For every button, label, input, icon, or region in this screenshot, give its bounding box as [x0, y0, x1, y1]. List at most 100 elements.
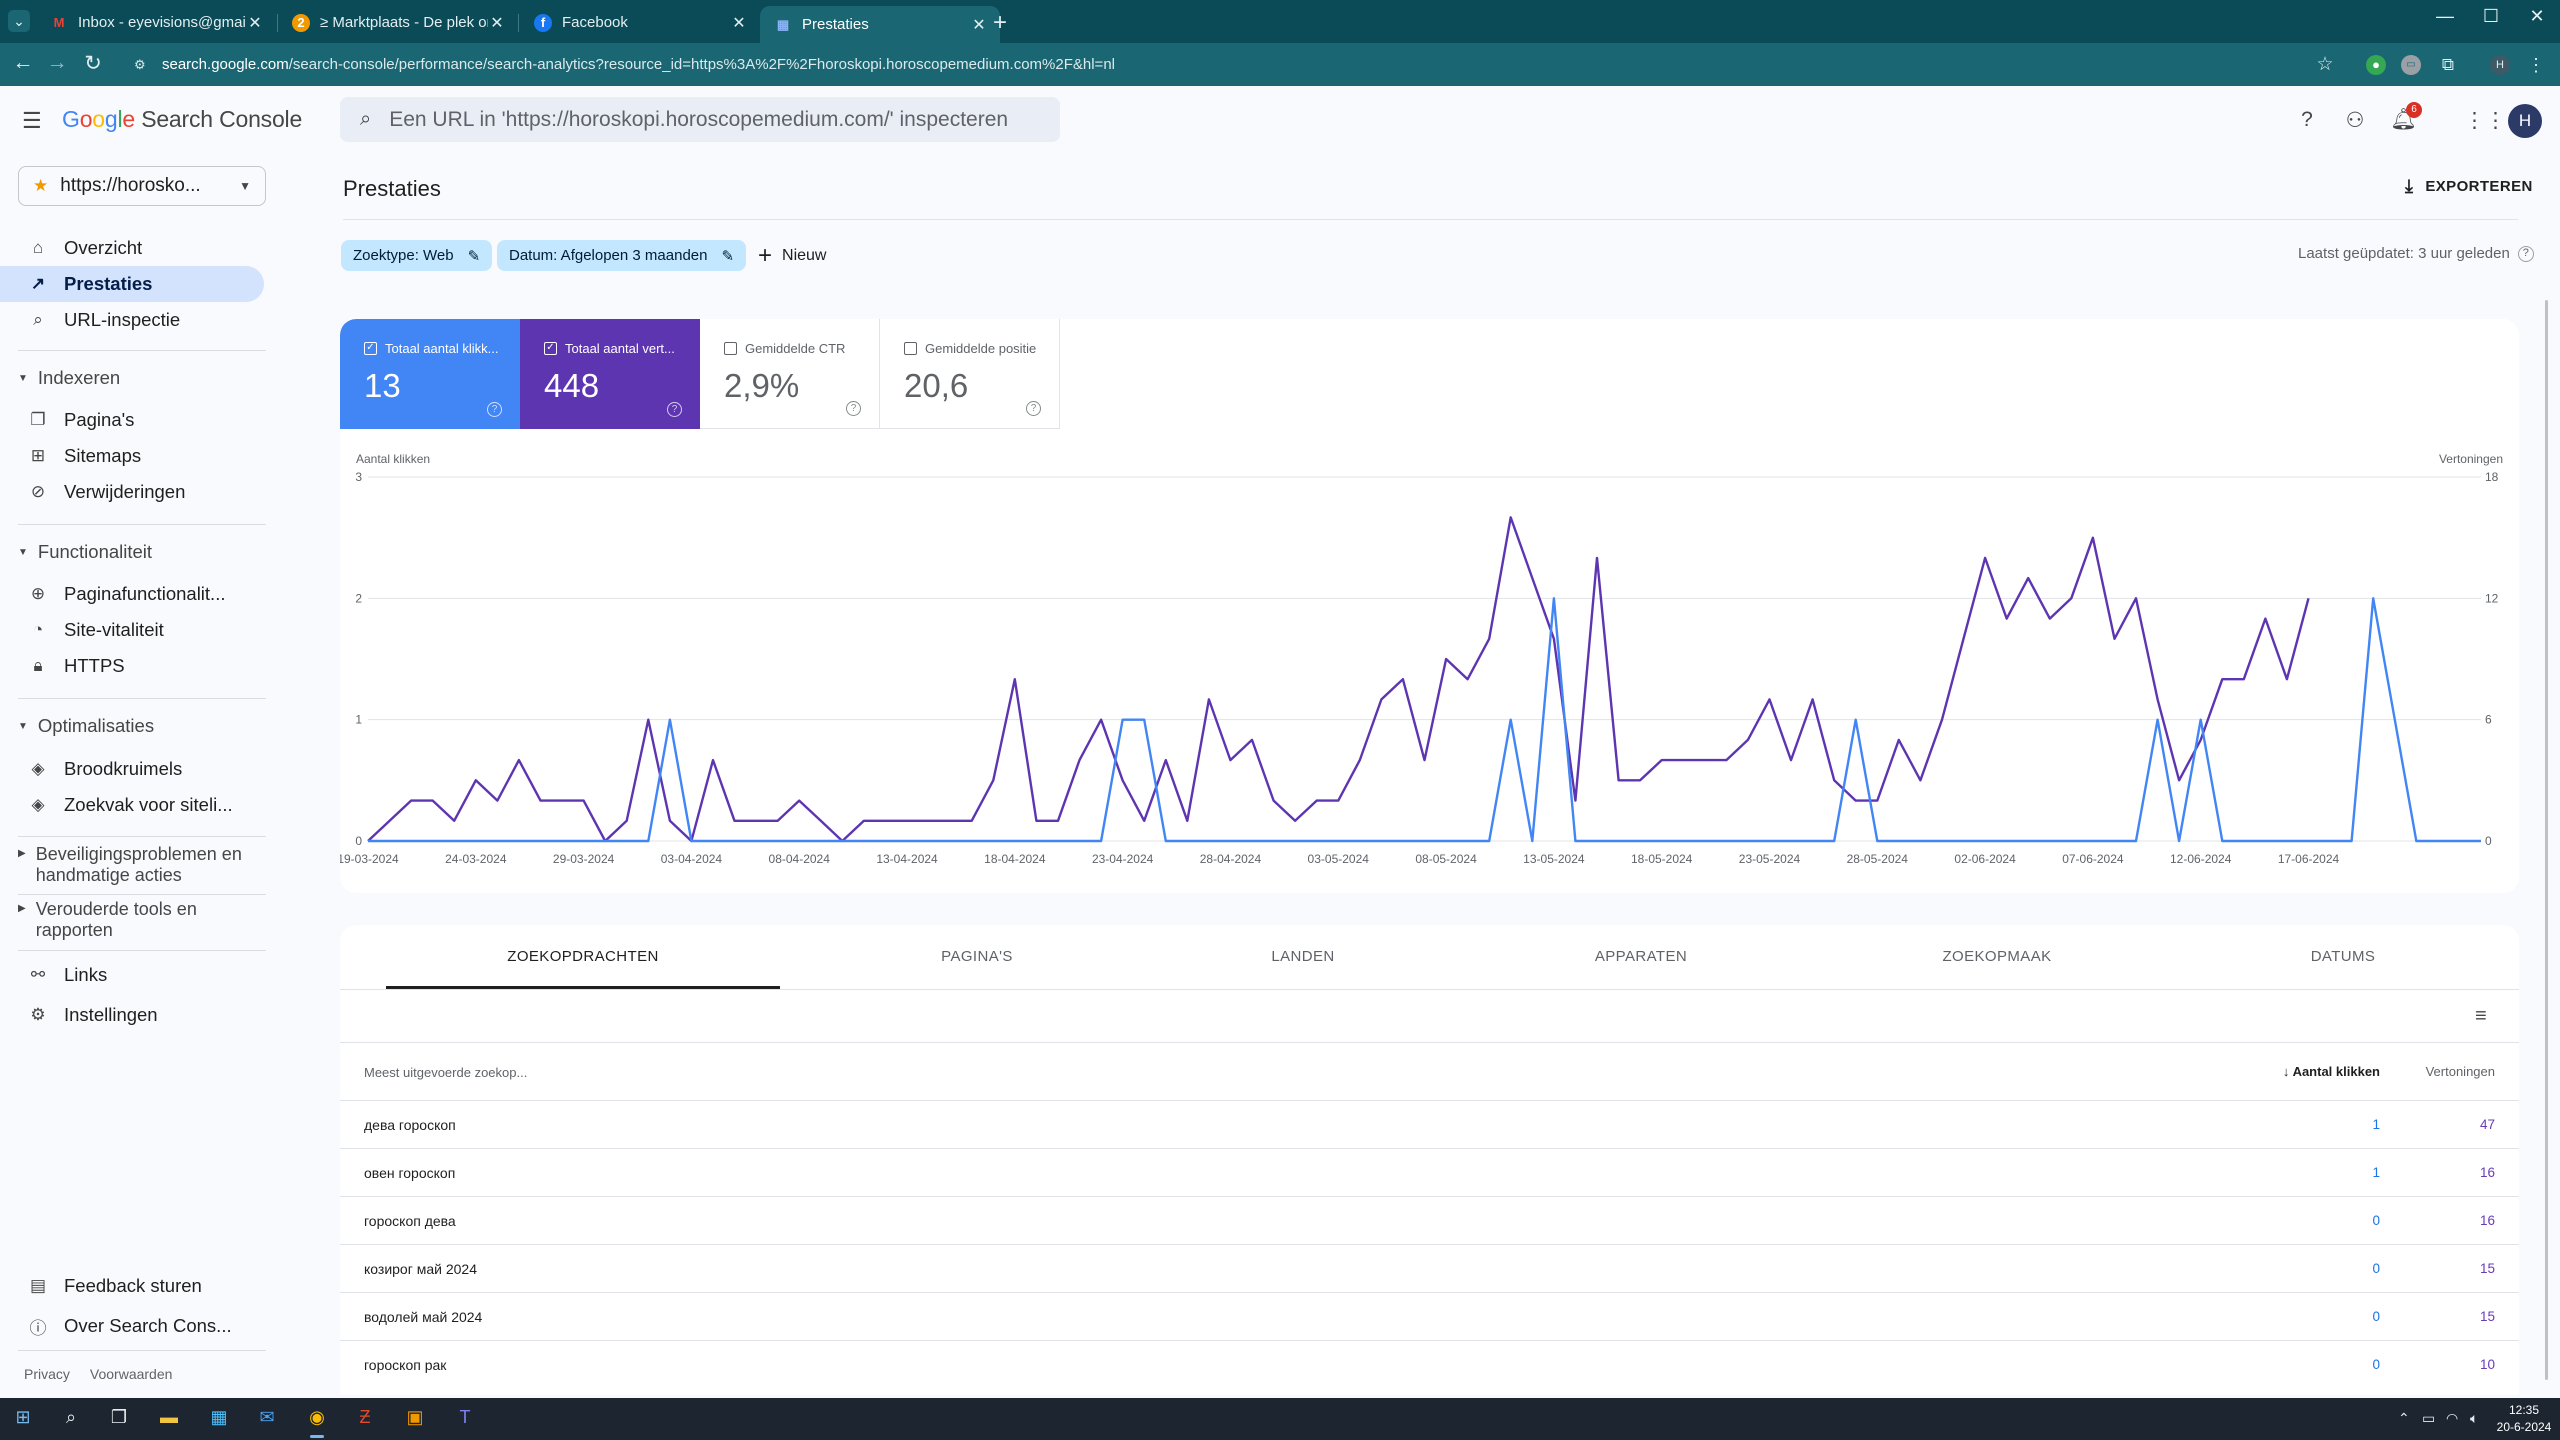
main-menu-icon[interactable]: ☰	[22, 108, 48, 134]
help-circle-icon[interactable]: ?	[2517, 245, 2534, 262]
impressions-cell: 16	[2479, 1165, 2495, 1180]
tab-datums[interactable]: DATUMS	[2146, 925, 2519, 989]
table-row[interactable]: гороскоп дева 0 16	[340, 1196, 2519, 1244]
sidebar-item-links[interactable]: ⚯ Links	[0, 957, 264, 993]
manage-users-icon[interactable]: ⚇	[2342, 108, 2368, 133]
filezilla-icon[interactable]: Ƶ	[352, 1407, 378, 1431]
taskbar-search-icon[interactable]: ⌕	[58, 1407, 84, 1431]
browser-menu-icon[interactable]: ⋮	[2526, 55, 2546, 75]
close-window-icon[interactable]: ✕	[2514, 6, 2560, 27]
browser-toolbar: ← → ↻ ⚙ search.google.com/search-console…	[0, 43, 2560, 86]
profile-avatar-icon[interactable]: H	[2490, 55, 2510, 75]
battery-icon[interactable]: ▭	[2422, 1410, 2435, 1427]
browser-tab-marktplaats[interactable]: 2 ≥ Marktplaats - De plek om nie ✕	[278, 6, 518, 39]
search-console-logo[interactable]: Google Search Console	[62, 106, 302, 133]
x-tick: 02-06-2024	[1954, 852, 2016, 866]
windows-start-icon[interactable]: ⊞	[10, 1407, 36, 1431]
tab-apparaten[interactable]: APPARATEN	[1444, 925, 1838, 989]
sidebar-item-site-vitaliteit[interactable]: ◔ Site-vitaliteit	[0, 612, 264, 648]
extension-green-icon[interactable]: ●	[2366, 55, 2386, 75]
section-optimalisaties[interactable]: ▼ Optimalisaties	[18, 715, 154, 737]
url-inspect-search-input[interactable]: ⌕ Een URL in 'https://horoskopi.horoscop…	[340, 97, 1060, 142]
section-beveiligingsproblemen[interactable]: ▶ Beveiligingsproblemen en handmatige acti…	[18, 844, 242, 886]
table-row[interactable]: гороскоп рак 0 10	[340, 1340, 2519, 1388]
property-selector[interactable]: ★ https://horosko... ▼	[18, 166, 266, 206]
sidebar-item-sitemaps[interactable]: ⊞ Sitemaps	[0, 438, 264, 474]
extensions-puzzle-icon[interactable]: ⧉	[2438, 55, 2458, 75]
sidebar-item-paginas[interactable]: ❐ Pagina's	[0, 402, 264, 438]
column-header-clicks[interactable]: ↓ Aantal klikken	[2240, 1064, 2380, 1079]
sidebar-item-zoekvak[interactable]: ◈ Zoekvak voor siteli...	[0, 787, 264, 823]
trending-up-icon: ↗	[30, 274, 46, 293]
section-functionaliteit[interactable]: ▼ Functionaliteit	[18, 541, 152, 563]
close-tab-icon[interactable]: ✕	[970, 15, 988, 35]
browser-tab-gmail[interactable]: M Inbox - eyevisions@gmail.com ✕	[36, 6, 276, 39]
export-button[interactable]: ⤓ EXPORTEREN	[2405, 176, 2533, 197]
apps-grid-icon[interactable]: ⋮⋮	[2464, 108, 2506, 133]
app-icon[interactable]: ▣	[402, 1407, 428, 1431]
new-tab-button[interactable]: +	[993, 9, 1007, 37]
maximize-icon[interactable]: ☐	[2468, 6, 2514, 27]
table-row[interactable]: овен гороскоп 1 16	[340, 1148, 2519, 1196]
minimize-icon[interactable]: —	[2422, 6, 2468, 27]
windows-taskbar: ⊞ ⌕ ❐ ▬ ▦ ✉ ◉ Ƶ ▣ T ⌃ ▭ ◠ 🔈︎ 12:35 20-6-2…	[0, 1398, 2560, 1440]
address-bar[interactable]: ⚙ search.google.com/search-console/perfo…	[134, 49, 2344, 80]
teams-icon[interactable]: T	[452, 1407, 478, 1431]
sidebar-item-verwijderingen[interactable]: ⊘ Verwijderingen	[0, 474, 264, 510]
sidebar-item-paginafunctionaliteit[interactable]: ⊕ Paginafunctionalit...	[0, 576, 264, 612]
close-tab-icon[interactable]: ✕	[730, 13, 748, 33]
browser-tab-facebook[interactable]: f Facebook ✕	[520, 6, 760, 39]
browser-tab-prestaties[interactable]: ▦ Prestaties ✕	[760, 6, 1000, 43]
account-avatar[interactable]: H	[2508, 104, 2542, 138]
x-tick: 13-04-2024	[876, 852, 938, 866]
table-row[interactable]: козирог май 2024 0 15	[340, 1244, 2519, 1292]
task-view-icon[interactable]: ❐	[106, 1407, 132, 1431]
bookmark-star-icon[interactable]: ☆	[2315, 55, 2335, 75]
section-indexeren[interactable]: ▼ Indexeren	[18, 367, 120, 389]
about-link[interactable]: ⓘ Over Search Cons...	[0, 1308, 264, 1344]
sidebar-item-url-inspectie[interactable]: ⌕ URL-inspectie	[0, 302, 264, 338]
filter-chip-search-type[interactable]: Zoektype: Web ✎	[341, 240, 493, 271]
impressions-cell: 10	[2479, 1357, 2495, 1372]
new-filter-button[interactable]: + Nieuw	[758, 240, 826, 271]
table-row[interactable]: дева гороскоп 1 47	[340, 1100, 2519, 1148]
chrome-icon[interactable]: ◉	[304, 1407, 330, 1438]
microsoft-store-icon[interactable]: ▦	[206, 1407, 232, 1431]
extension-grey-icon[interactable]: ▭	[2401, 55, 2421, 75]
page-scrollbar[interactable]	[2545, 300, 2548, 1380]
close-tab-icon[interactable]: ✕	[488, 13, 506, 33]
help-icon[interactable]: ?	[2294, 108, 2320, 132]
lock-icon: 🔒︎	[33, 656, 43, 675]
site-info-icon[interactable]: ⚙	[134, 57, 150, 73]
tab-search-button[interactable]: ⌄	[8, 10, 30, 32]
filter-list-icon[interactable]: ≡	[2475, 1005, 2487, 1028]
tab-zoekopmaak[interactable]: ZOEKOPMAAK	[1800, 925, 2194, 989]
reload-icon[interactable]: ↻	[78, 51, 108, 76]
volume-icon[interactable]: 🔈︎	[2470, 1410, 2478, 1427]
column-header-query[interactable]: Meest uitgevoerde zoekop...	[364, 1065, 527, 1080]
sidebar-item-broodkruimels[interactable]: ◈ Broodkruimels	[0, 751, 264, 787]
sidebar-item-instellingen[interactable]: ⚙ Instellingen	[0, 997, 264, 1033]
file-explorer-icon[interactable]: ▬	[156, 1407, 182, 1431]
back-icon[interactable]: ←	[8, 51, 38, 75]
section-verouderde-tools[interactable]: ▶ Verouderde tools en rapporten	[18, 899, 197, 941]
sidebar-footer: Privacy Voorwaarden	[24, 1366, 192, 1382]
sidebar-item-overzicht[interactable]: ⌂ Overzicht	[0, 230, 264, 266]
terms-link[interactable]: Voorwaarden	[90, 1366, 173, 1382]
table-row[interactable]: водолей май 2024 0 15	[340, 1292, 2519, 1340]
forward-icon[interactable]: →	[42, 51, 72, 75]
tab-zoekopdrachten[interactable]: ZOEKOPDRACHTEN	[386, 925, 780, 989]
feedback-link[interactable]: ▤ Feedback sturen	[0, 1268, 264, 1304]
sidebar-item-https[interactable]: 🔒︎ HTTPS	[0, 648, 264, 684]
show-hidden-icons[interactable]: ⌃	[2398, 1410, 2410, 1427]
privacy-link[interactable]: Privacy	[24, 1366, 70, 1382]
performance-line-chart[interactable]: Aantal klikken Vertoningen 0 0 1 6 2 12 3 18 19-03…	[340, 319, 2519, 893]
tab-landen[interactable]: LANDEN	[1106, 925, 1500, 989]
sidebar-item-prestaties[interactable]: ↗ Prestaties	[0, 266, 264, 302]
mail-icon[interactable]: ✉	[254, 1407, 280, 1431]
close-tab-icon[interactable]: ✕	[246, 13, 264, 33]
column-header-impressions[interactable]: Vertoningen	[2370, 1064, 2495, 1079]
filter-chip-date[interactable]: Datum: Afgelopen 3 maanden ✎	[497, 240, 747, 271]
wifi-icon[interactable]: ◠	[2446, 1410, 2458, 1427]
system-clock[interactable]: 12:35 20-6-2024	[2494, 1402, 2554, 1436]
